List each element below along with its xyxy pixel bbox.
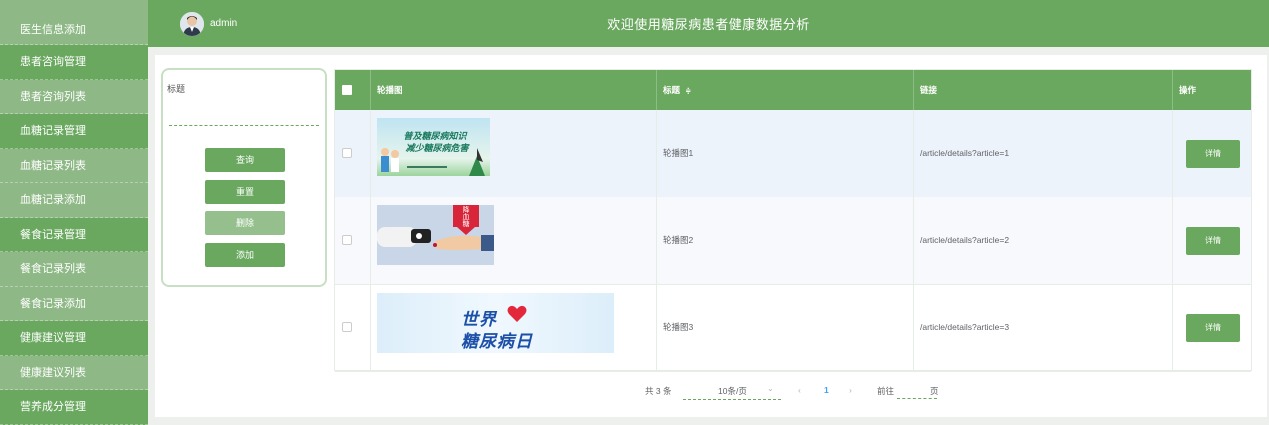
header-title-cell[interactable]: 标题 ≑ xyxy=(657,70,914,110)
row-link: /article/details?article=3 xyxy=(914,284,1173,371)
sidebar-item-glucose-manage[interactable]: 血糖记录管理 xyxy=(0,114,148,149)
add-button[interactable]: 添加 xyxy=(205,243,285,267)
prev-page-icon[interactable]: ‹ xyxy=(798,385,801,395)
select-all-checkbox[interactable] xyxy=(342,85,352,95)
goto-label: 前往 xyxy=(877,386,895,396)
sidebar-item-meal-list[interactable]: 餐食记录列表 xyxy=(0,252,148,287)
header-link: 链接 xyxy=(914,70,1173,110)
sidebar-item-meal-add[interactable]: 餐食记录添加 xyxy=(0,287,148,321)
sidebar-item-doctor-add[interactable]: 医生信息添加 xyxy=(0,0,148,45)
banner-2-text-3: 糖 xyxy=(462,221,470,228)
sidebar-item-advice-manage[interactable]: 健康建议管理 xyxy=(0,321,148,356)
detail-button[interactable]: 详情 xyxy=(1186,314,1240,342)
sidebar: 医生信息添加 患者咨询管理 患者咨询列表 血糖记录管理 血糖记录列表 血糖记录添… xyxy=(0,0,148,425)
page-title: 欢迎使用糖尿病患者健康数据分析 xyxy=(607,17,810,32)
row-title: 轮播图3 xyxy=(657,284,914,371)
main-content: 标题 查询 重置 删除 添加 轮播图 标题 ≑ 链接 操作 普及糖尿病知识 减少… xyxy=(155,55,1267,417)
title-search-input[interactable] xyxy=(169,100,319,126)
header-title: 标题 xyxy=(663,85,681,95)
row-link: /article/details?article=1 xyxy=(914,110,1173,197)
table-row: 普及糖尿病知识 减少糖尿病危害 轮播图1 /article/details?ar… xyxy=(335,110,1251,198)
chevron-down-icon: ⌄ xyxy=(767,384,774,393)
pagination-total: 共 3 条 xyxy=(645,386,672,396)
sidebar-item-nutrition-manage[interactable]: 营养成分管理 xyxy=(0,390,148,425)
banner-1-illustration xyxy=(381,148,485,176)
row-title: 轮播图1 xyxy=(657,110,914,197)
page-size-value: 10条/页 xyxy=(718,386,747,396)
header-image: 轮播图 xyxy=(371,70,657,110)
goto-suffix: 页 xyxy=(930,386,939,396)
banner-image-2: 降 血 糖 xyxy=(377,205,494,265)
top-header: admin 欢迎使用糖尿病患者健康数据分析 xyxy=(148,0,1269,47)
table-row: 世界 糖尿病日 轮播图3 /article/details?article=3 … xyxy=(335,284,1251,372)
table-header-row: 轮播图 标题 ≑ 链接 操作 xyxy=(335,70,1251,110)
query-button[interactable]: 查询 xyxy=(205,148,285,172)
row-checkbox[interactable] xyxy=(342,148,352,158)
detail-button[interactable]: 详情 xyxy=(1186,140,1240,168)
row-title: 轮播图2 xyxy=(657,197,914,284)
detail-button[interactable]: 详情 xyxy=(1186,227,1240,255)
banner-2-illustration xyxy=(377,205,494,251)
table-row: 降 血 糖 轮播图2 /article/details?article=2 详情 xyxy=(335,197,1251,285)
sidebar-item-consult-list[interactable]: 患者咨询列表 xyxy=(0,80,148,114)
row-checkbox[interactable] xyxy=(342,235,352,245)
banner-image-1: 普及糖尿病知识 减少糖尿病危害 xyxy=(377,118,490,176)
row-checkbox[interactable] xyxy=(342,322,352,332)
data-table: 轮播图 标题 ≑ 链接 操作 普及糖尿病知识 减少糖尿病危害 轮播图1 /art… xyxy=(334,69,1252,372)
title-filter-label: 标题 xyxy=(167,84,186,94)
heart-icon xyxy=(507,305,527,322)
page-size-select[interactable]: 10条/页 ⌄ xyxy=(683,382,781,400)
row-link: /article/details?article=2 xyxy=(914,197,1173,284)
current-page-number[interactable]: 1 xyxy=(824,385,829,395)
header-action: 操作 xyxy=(1179,85,1197,95)
sort-icon[interactable]: ≑ xyxy=(685,88,691,95)
sidebar-item-meal-manage[interactable]: 餐食记录管理 xyxy=(0,217,148,252)
next-page-icon[interactable]: › xyxy=(849,385,852,395)
reset-button[interactable]: 重置 xyxy=(205,180,285,204)
delete-button[interactable]: 删除 xyxy=(205,211,285,235)
search-panel: 标题 查询 重置 删除 添加 xyxy=(161,68,327,287)
banner-3-text-line-2: 糖尿病日 xyxy=(461,332,533,351)
sidebar-item-glucose-add[interactable]: 血糖记录添加 xyxy=(0,183,148,218)
banner-image-3: 世界 糖尿病日 xyxy=(377,293,614,353)
sidebar-item-advice-list[interactable]: 健康建议列表 xyxy=(0,356,148,390)
sidebar-item-consult-manage[interactable]: 患者咨询管理 xyxy=(0,45,148,80)
sidebar-item-glucose-list[interactable]: 血糖记录列表 xyxy=(0,149,148,183)
